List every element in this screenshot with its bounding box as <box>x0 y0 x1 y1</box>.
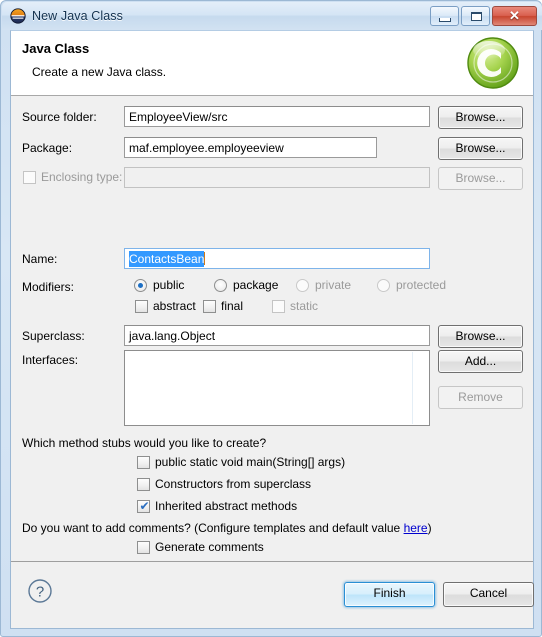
enclosing-type-checkbox[interactable] <box>23 171 36 184</box>
page-description: Create a new Java class. <box>32 65 167 79</box>
stub-checkbox-main-method[interactable] <box>137 456 150 469</box>
window-title: New Java Class <box>32 9 124 23</box>
modifier-label-abstract[interactable]: abstract <box>153 299 196 313</box>
source-folder-label: Source folder: <box>22 110 97 124</box>
modifier-label-static: static <box>290 299 319 313</box>
package-label: Package: <box>22 141 73 155</box>
finish-button[interactable]: Finish <box>344 582 435 607</box>
text-caret <box>204 252 206 265</box>
window-controls: Minimize Maximize ✕ <box>428 6 537 26</box>
comments-question-prefix: Do you want to add comments? (Configure … <box>22 521 404 535</box>
eclipse-icon <box>10 8 26 24</box>
maximize-icon <box>471 12 482 21</box>
dialog-window: New Java Class Minimize Maximize ✕ Java … <box>0 0 542 637</box>
checkmark-icon: ✔ <box>139 499 150 513</box>
modifier-radio-package[interactable] <box>214 279 227 292</box>
modifier-radio-private <box>296 279 309 292</box>
maximize-button[interactable]: Maximize <box>461 6 490 26</box>
modifier-radio-public[interactable] <box>134 279 147 292</box>
source-folder-browse-button[interactable]: Browse... <box>438 106 523 129</box>
configure-templates-link[interactable]: here <box>404 521 428 535</box>
interfaces-add-button[interactable]: Add... <box>438 350 523 373</box>
enclosing-type-browse-button: Browse... <box>438 167 523 190</box>
modifier-radio-protected <box>377 279 390 292</box>
stub-checkbox-constructors[interactable] <box>137 478 150 491</box>
superclass-browse-button[interactable]: Browse... <box>438 325 523 348</box>
package-input[interactable]: maf.employee.employeeview <box>124 137 377 158</box>
modifier-checkbox-final[interactable] <box>203 300 216 313</box>
cancel-button[interactable]: Cancel <box>443 582 534 607</box>
dialog-client-area: Java Class Create a new Java class. Sour… <box>10 30 534 629</box>
superclass-input[interactable]: java.lang.Object <box>124 325 430 346</box>
java-class-wizard-icon <box>465 35 521 91</box>
package-browse-button[interactable]: Browse... <box>438 137 523 160</box>
interfaces-remove-button: Remove <box>438 386 523 409</box>
interfaces-label: Interfaces: <box>22 353 79 367</box>
stub-label-constructors[interactable]: Constructors from superclass <box>155 477 311 491</box>
comments-question-suffix: ) <box>427 521 432 535</box>
source-folder-input[interactable]: EmployeeView/src <box>124 106 430 127</box>
dialog-footer: ? Finish Cancel <box>11 561 534 628</box>
comments-question: Do you want to add comments? (Configure … <box>22 521 432 535</box>
help-icon[interactable]: ? <box>27 578 53 604</box>
svg-text:?: ? <box>36 584 44 601</box>
name-label: Name: <box>22 252 58 266</box>
modifier-label-package[interactable]: package <box>233 278 278 292</box>
class-name-selected-text: ContactsBean <box>129 251 205 267</box>
wizard-header: Java Class Create a new Java class. <box>11 31 533 96</box>
interfaces-list[interactable] <box>124 350 430 426</box>
stub-checkbox-inherited-abstract[interactable]: ✔ <box>137 499 150 513</box>
generate-comments-checkbox[interactable] <box>137 541 150 554</box>
close-button[interactable]: ✕ <box>492 6 537 26</box>
stub-label-inherited-abstract[interactable]: Inherited abstract methods <box>155 499 297 513</box>
modifier-label-private: private <box>315 278 352 292</box>
minimize-icon <box>439 18 451 22</box>
modifier-checkbox-static <box>272 300 285 313</box>
modifiers-label: Modifiers: <box>22 280 75 294</box>
modifier-label-protected: protected <box>396 278 447 292</box>
enclosing-type-input <box>124 167 430 188</box>
radio-dot <box>138 283 143 288</box>
stub-label-main-method[interactable]: public static void main(String[] args) <box>155 455 345 469</box>
minimize-button[interactable]: Minimize <box>430 6 459 26</box>
list-scrollbar-track[interactable] <box>412 352 413 424</box>
class-name-input[interactable]: ContactsBean <box>124 248 430 269</box>
page-title: Java Class <box>22 41 90 56</box>
generate-comments-label[interactable]: Generate comments <box>155 540 264 554</box>
close-icon: ✕ <box>509 8 520 23</box>
modifier-label-public[interactable]: public <box>153 278 184 292</box>
superclass-label: Superclass: <box>22 329 85 343</box>
enclosing-type-label: Enclosing type: <box>41 170 123 184</box>
title-bar[interactable]: New Java Class Minimize Maximize ✕ <box>2 2 542 30</box>
wizard-body: Source folder: EmployeeView/src Browse..… <box>11 97 533 563</box>
method-stubs-question: Which method stubs would you like to cre… <box>22 436 267 450</box>
modifier-checkbox-abstract[interactable] <box>135 300 148 313</box>
modifier-label-final[interactable]: final <box>221 299 243 313</box>
